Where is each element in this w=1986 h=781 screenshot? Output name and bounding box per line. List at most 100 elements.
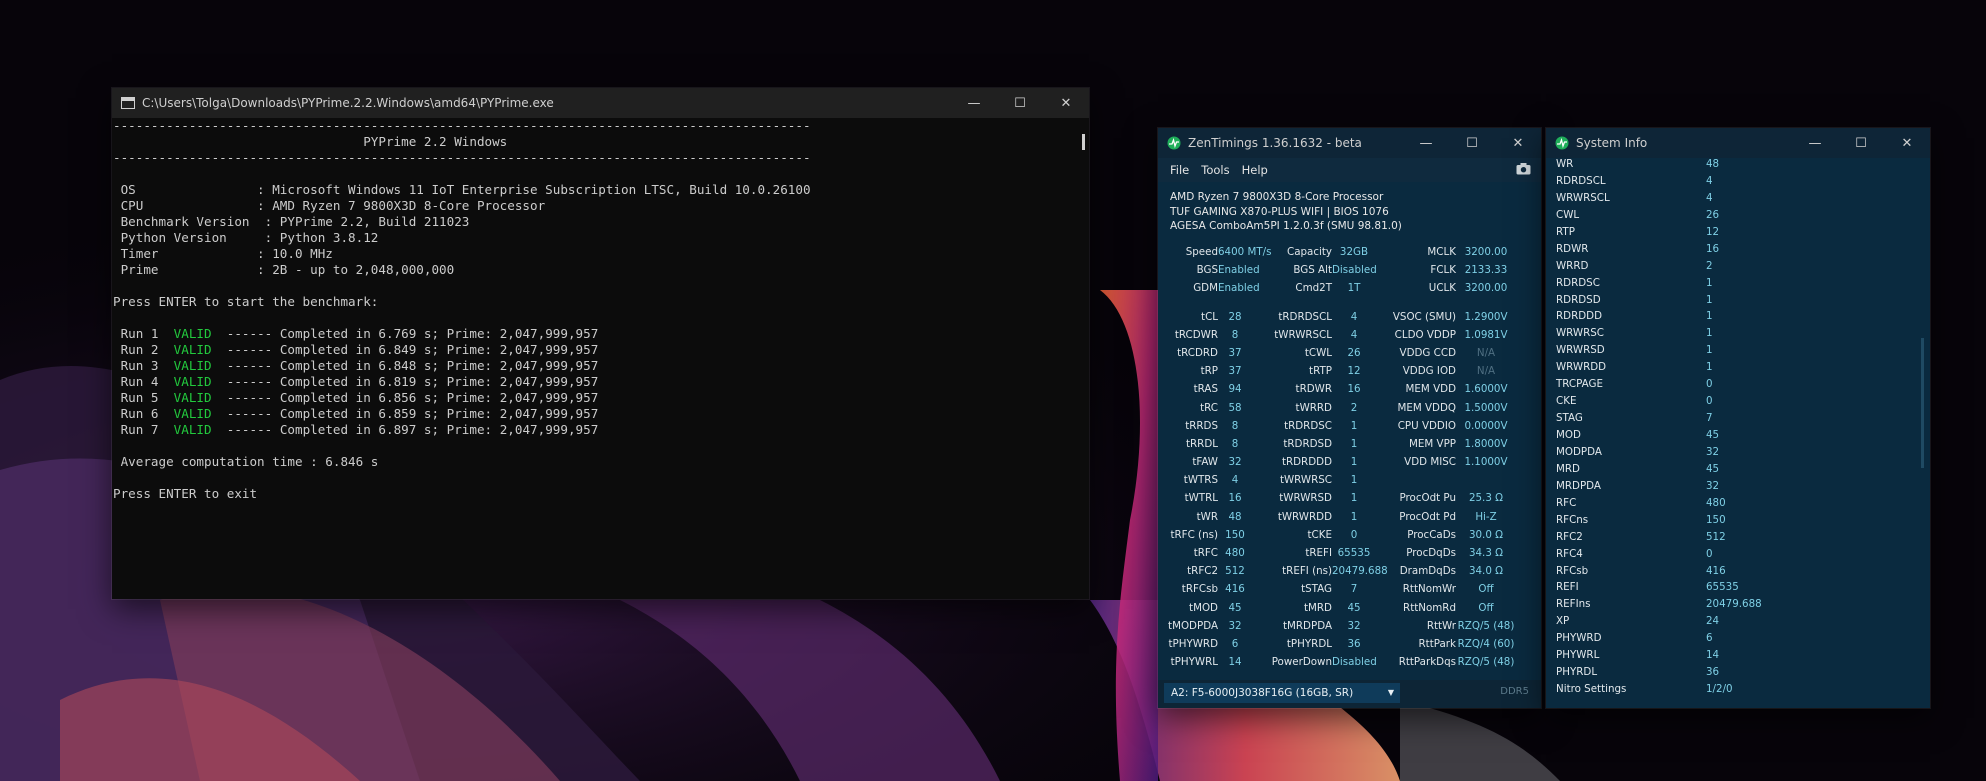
timing-label: tRC	[1200, 401, 1218, 414]
close-icon[interactable]: ✕	[1884, 128, 1930, 158]
sysinfo-row: RDRDSCL 4	[1546, 175, 1930, 192]
timing-row: tWR 48 tWRWRDD 1 ProcOdt Pd Hi-Z	[1158, 511, 1541, 529]
sysinfo-value: 1	[1706, 344, 1713, 357]
sysinfo-row: CWL 26	[1546, 209, 1930, 226]
sysinfo-value: 1	[1706, 276, 1713, 289]
timing-label: RttWr	[1426, 619, 1456, 632]
sysinfo-titlebar[interactable]: System Info — ☐ ✕	[1546, 128, 1930, 158]
timing-value: 416	[1225, 583, 1245, 596]
run-result-line: Run 5 VALID ------ Completed in 6.856 s;…	[113, 390, 1075, 406]
minimize-icon[interactable]: —	[1792, 128, 1838, 158]
timing-value: 34.3 Ω	[1468, 547, 1504, 559]
timing-label: tRFC	[1193, 547, 1218, 559]
sysinfo-key: WRRD	[1556, 259, 1589, 272]
close-icon[interactable]: ✕	[1495, 128, 1541, 158]
sysinfo-key: WRWRDD	[1556, 361, 1607, 374]
timing-value: 7	[1350, 583, 1358, 596]
timing-value: 1T	[1347, 282, 1361, 295]
console-titlebar[interactable]: C:\Users\Tolga\Downloads\PYPrime.2.2.Win…	[112, 88, 1089, 118]
run-label: Run 5	[113, 390, 174, 405]
console-output[interactable]: ----------------------------------------…	[112, 118, 1075, 599]
sysinfo-value: 4	[1706, 174, 1713, 187]
run-result-line: Run 4 VALID ------ Completed in 6.819 s;…	[113, 374, 1075, 390]
timing-value: Off	[1478, 583, 1494, 596]
menu-help[interactable]: Help	[1242, 163, 1268, 177]
sysinfo-title: System Info	[1576, 136, 1648, 150]
run-detail: ------ Completed in 6.769 s; Prime: 2,04…	[211, 326, 599, 341]
sysinfo-key: REFI	[1556, 581, 1579, 594]
sysinfo-row: REFIns 20479.688	[1546, 598, 1930, 615]
ddr-label: DDR5	[1500, 686, 1529, 697]
timing-label: tFAW	[1192, 456, 1218, 469]
sysinfo-value: 45	[1706, 462, 1720, 475]
timing-value: 1.1000V	[1464, 456, 1508, 469]
timing-value: 8	[1231, 437, 1239, 450]
minimize-icon[interactable]: —	[1403, 128, 1449, 158]
system-info-window: System Info — ☐ ✕ WR 48 RDRDSCL 4 WRWRSCL 4 CW…	[1546, 128, 1930, 708]
timing-label: tRFC2	[1187, 565, 1218, 578]
console-line: PYPrime 2.2 Windows	[113, 134, 508, 149]
sysinfo-key: Nitro Settings	[1556, 683, 1627, 696]
timing-label: tRFC (ns)	[1170, 528, 1218, 541]
timing-value: 8	[1231, 419, 1239, 432]
agesa-version: AGESA ComboAm5PI 1.2.0.3f (SMU 98.81.0)	[1170, 220, 1402, 232]
sysinfo-key: WRWRSC	[1556, 327, 1604, 340]
sysinfo-row: STAG 7	[1546, 412, 1930, 429]
timing-label: tMRDPDA	[1282, 619, 1332, 632]
timing-row: tRC 58 tWRRD 2 MEM VDDQ 1.5000V	[1158, 402, 1541, 420]
camera-icon[interactable]	[1516, 162, 1531, 178]
sysinfo-scrollbar[interactable]	[1921, 338, 1924, 468]
timing-value: 94	[1228, 383, 1242, 396]
close-icon[interactable]: ✕	[1043, 88, 1089, 118]
timing-row: GDM Enabled Cmd2T 1T UCLK 3200.00	[1158, 282, 1541, 300]
run-detail: ------ Completed in 6.897 s; Prime: 2,04…	[211, 422, 599, 437]
minimize-icon[interactable]: —	[951, 88, 997, 118]
sysinfo-row: XP 24	[1546, 615, 1930, 632]
run-status: VALID	[173, 374, 212, 389]
timing-label: tCWL	[1304, 346, 1332, 359]
sysinfo-key: CKE	[1556, 395, 1577, 408]
console-line: Benchmark Version : PYPrime 2.2, Build 2…	[113, 214, 470, 229]
timing-row: tFAW 32 tRDRDDD 1 VDD MISC 1.1000V	[1158, 456, 1541, 474]
sysinfo-value: 16	[1706, 242, 1720, 255]
sysinfo-row: RFCns 150	[1546, 514, 1930, 531]
zen-footer: A2: F5-6000J3038F16G (16GB, SR) ▼ DDR5	[1158, 680, 1541, 708]
sysinfo-row: Nitro Settings 1/2/0	[1546, 683, 1930, 700]
sysinfo-key: REFIns	[1556, 598, 1591, 611]
timing-label: tWTRS	[1183, 474, 1218, 487]
zen-title: ZenTimings 1.36.1632 - beta	[1188, 136, 1362, 150]
sysinfo-key: RDRDSCL	[1556, 174, 1606, 187]
run-detail: ------ Completed in 6.856 s; Prime: 2,04…	[211, 390, 599, 405]
timing-value: Enabled	[1218, 264, 1260, 277]
console-scrollbar[interactable]	[1082, 134, 1085, 150]
run-label: Run 1	[113, 326, 174, 341]
dimm-select[interactable]: A2: F5-6000J3038F16G (16GB, SR) ▼	[1164, 683, 1400, 703]
timing-label: VDD MISC	[1404, 456, 1456, 469]
run-status: VALID	[173, 342, 212, 357]
menu-file[interactable]: File	[1170, 163, 1189, 177]
run-result-line: Run 3 VALID ------ Completed in 6.848 s;…	[113, 358, 1075, 374]
run-status: VALID	[173, 326, 212, 341]
menu-tools[interactable]: Tools	[1201, 163, 1229, 177]
timing-value: 12	[1347, 365, 1361, 378]
console-line: Press ENTER to exit	[113, 486, 258, 501]
maximize-icon[interactable]: ☐	[997, 88, 1043, 118]
zen-titlebar[interactable]: ZenTimings 1.36.1632 - beta — ☐ ✕	[1158, 128, 1541, 158]
run-detail: ------ Completed in 6.849 s; Prime: 2,04…	[211, 342, 599, 357]
sysinfo-row: RDRDSC 1	[1546, 277, 1930, 294]
timing-label: BGS	[1196, 264, 1218, 277]
timing-row: tRFCsb 416 tSTAG 7 RttNomWr Off	[1158, 583, 1541, 601]
run-label: Run 3	[113, 358, 174, 373]
maximize-icon[interactable]: ☐	[1449, 128, 1495, 158]
timing-value: 1.2900V	[1464, 310, 1508, 323]
timing-value: 2133.33	[1464, 264, 1508, 277]
timing-value: 0	[1350, 528, 1358, 541]
sysinfo-value: 480	[1706, 496, 1726, 509]
timings-grid: Speed 6400 MT/s Capacity 32GB MCLK 3200.00 BGS…	[1158, 246, 1541, 674]
timing-label: PowerDown	[1271, 656, 1332, 669]
timing-label: tRDRDDD	[1281, 456, 1332, 469]
sysinfo-row: REFI 65535	[1546, 581, 1930, 598]
maximize-icon[interactable]: ☐	[1838, 128, 1884, 158]
